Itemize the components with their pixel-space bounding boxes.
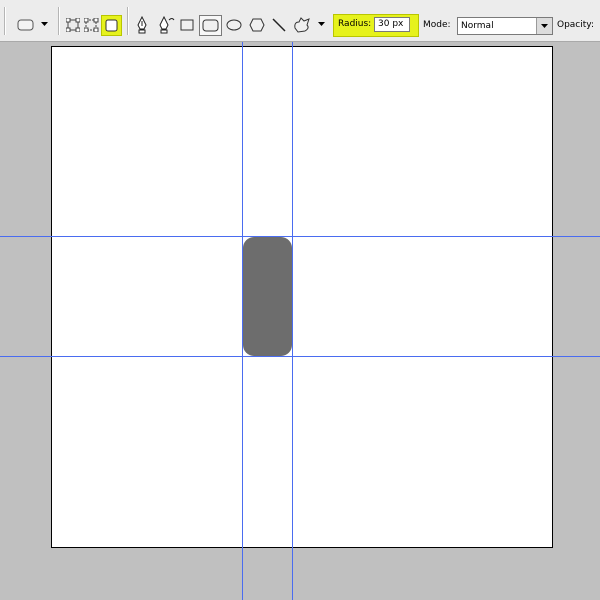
vertical-guide[interactable] — [242, 42, 243, 600]
radius-label: Radius: — [338, 19, 372, 29]
horizontal-guide[interactable] — [0, 356, 600, 357]
options-bar: Radius: 30 px Mode: Normal Opacity: — [0, 0, 600, 42]
fill-pixels-icon[interactable] — [101, 15, 122, 36]
radius-field-group: Radius: 30 px — [333, 14, 419, 37]
line-tool-icon[interactable] — [272, 18, 286, 32]
rectangle-tool-icon[interactable] — [180, 19, 194, 31]
horizontal-guide[interactable] — [0, 236, 600, 237]
custom-shape-tool-icon[interactable] — [292, 16, 312, 34]
ellipse-tool-icon[interactable] — [226, 19, 242, 31]
shape-layers-icon[interactable] — [66, 18, 80, 32]
pen-tool-icon[interactable] — [135, 16, 149, 34]
dropdown-arrow-icon[interactable] — [41, 22, 48, 27]
chevron-down-icon[interactable] — [536, 18, 552, 34]
toolbar-separator — [58, 7, 60, 35]
vertical-guide[interactable] — [292, 42, 293, 600]
freeform-pen-tool-icon[interactable] — [158, 16, 176, 34]
document-canvas[interactable] — [51, 46, 553, 548]
dropdown-arrow-icon[interactable] — [318, 22, 325, 27]
opacity-label: Opacity: — [557, 20, 594, 30]
rounded-rectangle-tool-icon[interactable] — [199, 15, 222, 36]
mode-select-value: Normal — [461, 21, 494, 31]
paths-icon[interactable] — [84, 18, 99, 32]
polygon-tool-icon[interactable] — [249, 18, 265, 32]
toolbar-grip — [4, 7, 6, 35]
rounded-rectangle-shape[interactable] — [243, 237, 292, 356]
mode-select[interactable]: Normal — [457, 17, 553, 35]
rounded-rectangle-preset-icon[interactable] — [17, 18, 35, 32]
radius-input[interactable]: 30 px — [374, 17, 410, 32]
mode-label: Mode: — [423, 20, 451, 30]
toolbar-separator — [127, 7, 129, 35]
